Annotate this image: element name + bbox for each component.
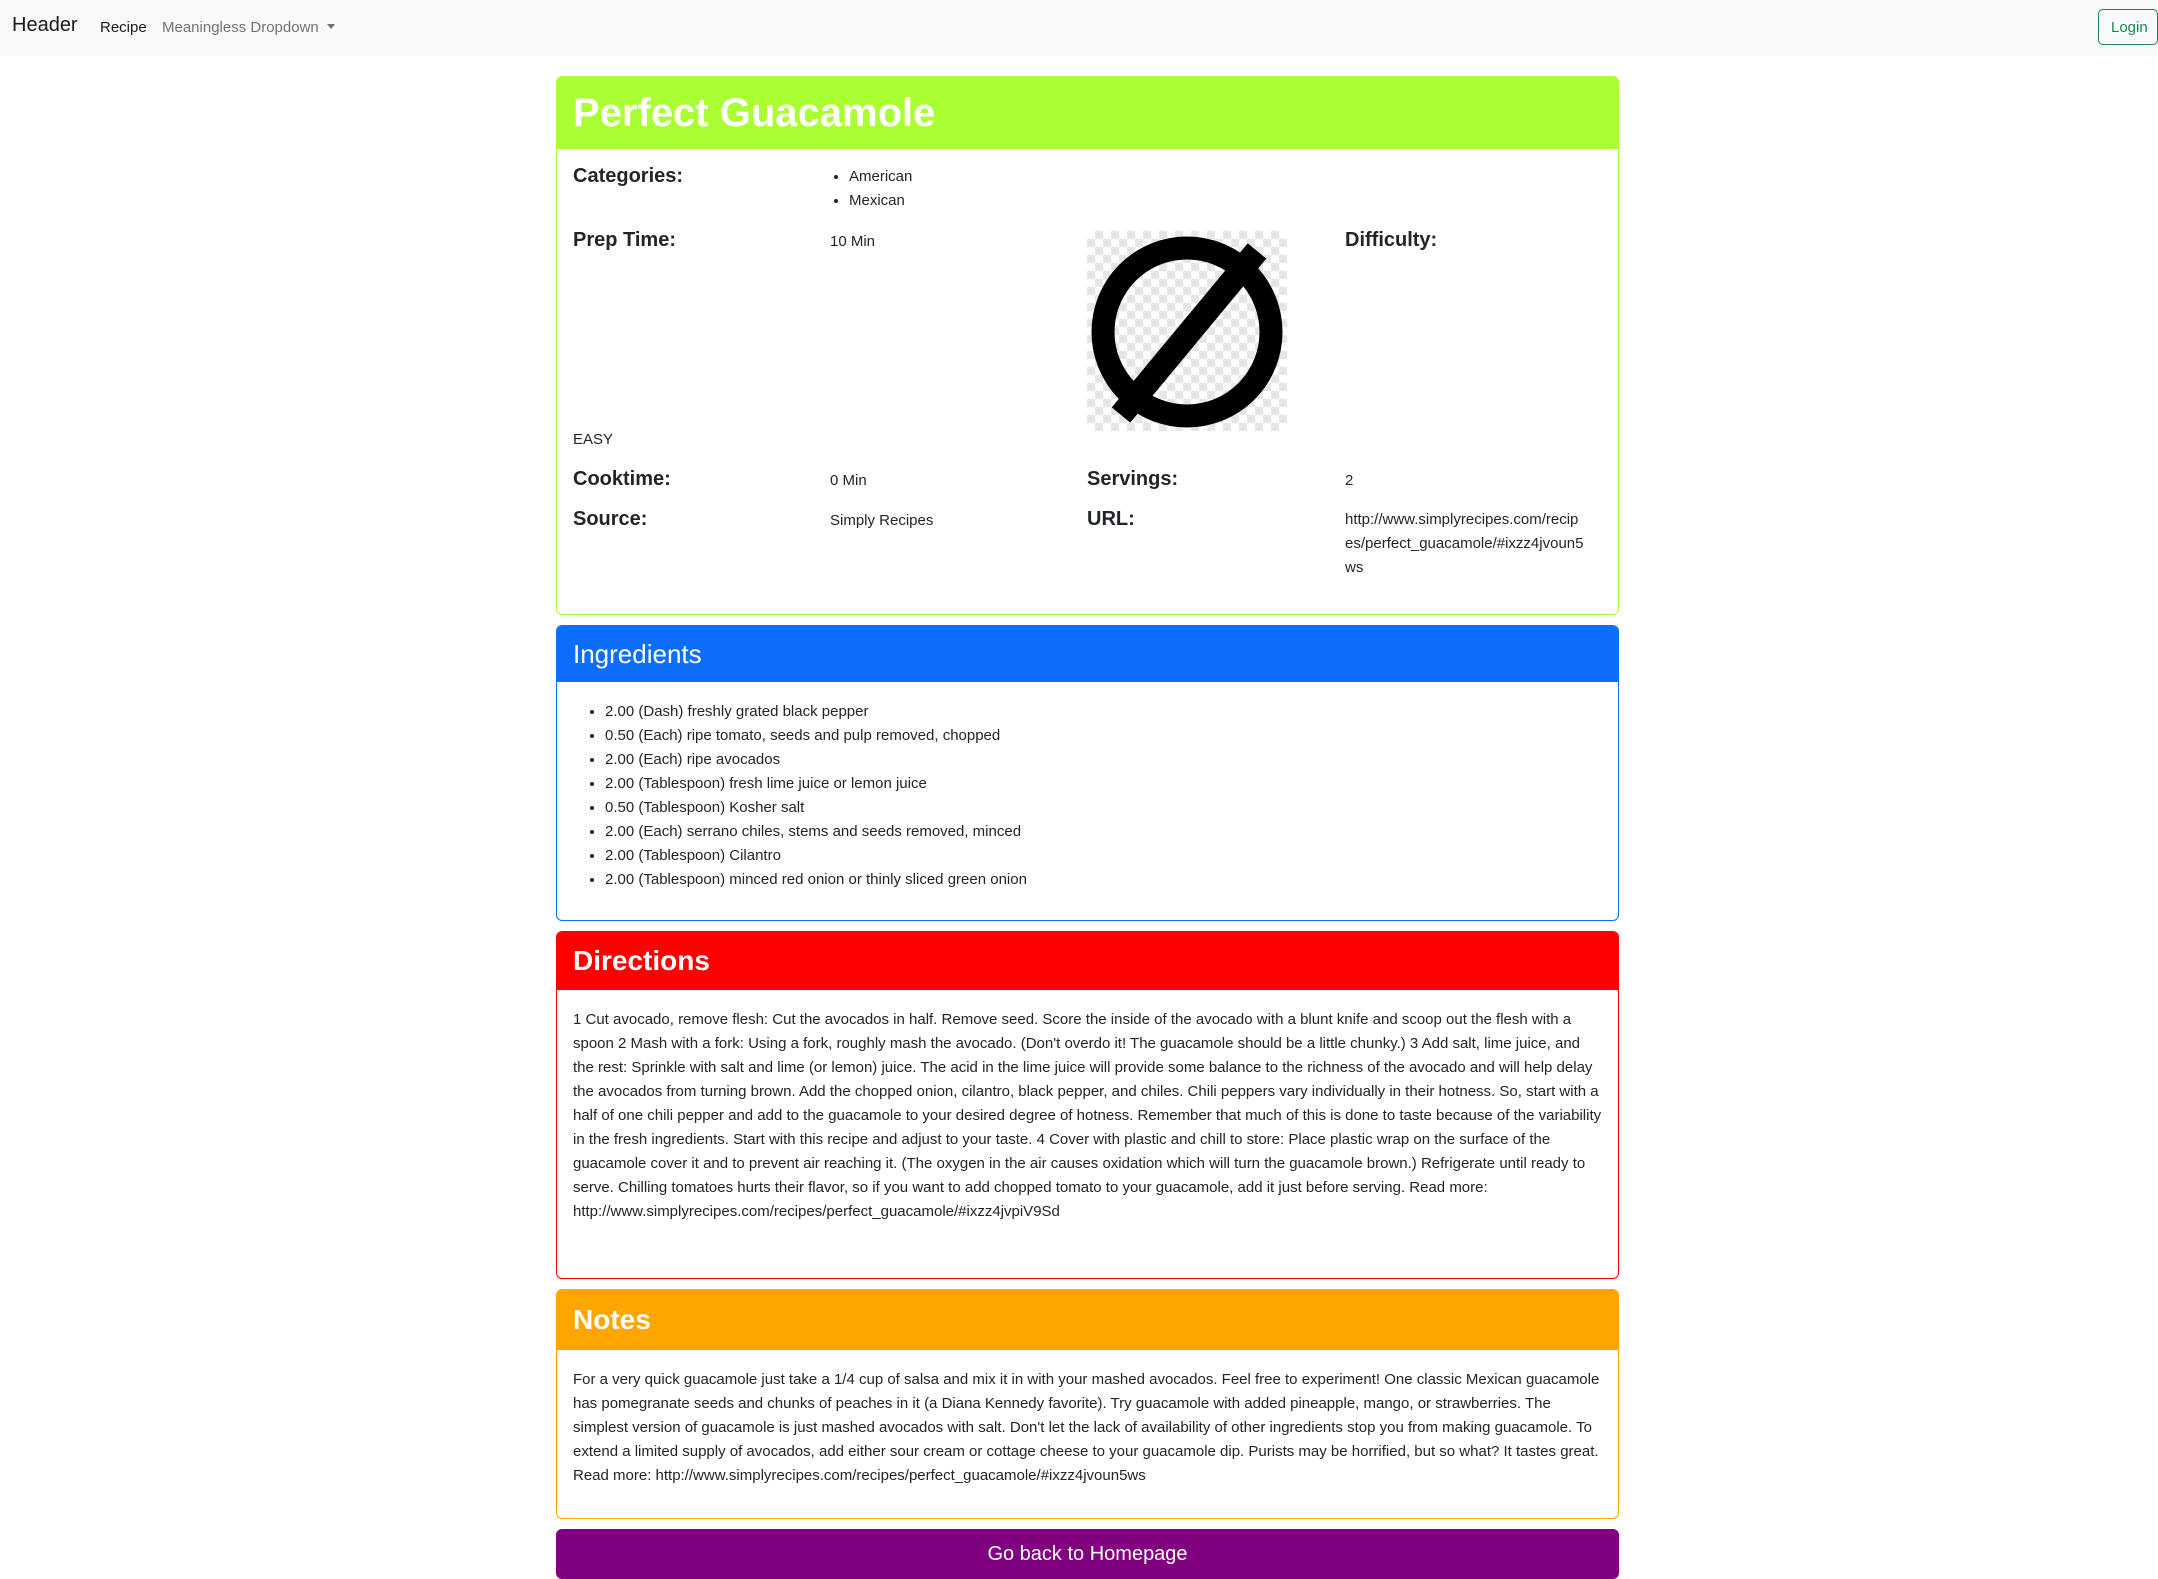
ingredients-title: Ingredients [573, 638, 702, 669]
directions-title: Directions [573, 945, 710, 976]
source-label: Source: [573, 508, 648, 530]
cooktime-value: 0 Min [830, 472, 867, 489]
cooktime-label: Cooktime: [573, 468, 671, 490]
categories-list: American Mexican [829, 165, 912, 213]
ingredient-item: 2.00 (Dash) freshly grated black pepper [605, 700, 1618, 724]
ingredients-list: 2.00 (Dash) freshly grated black pepper … [557, 682, 1618, 892]
ingredients-card-header: Ingredients [557, 626, 1618, 682]
directions-body: 1 Cut avocado, remove flesh: Cut the avo… [557, 990, 1618, 1224]
difficulty-label: Difficulty: [1345, 229, 1438, 251]
no-image-placeholder-icon [1091, 236, 1283, 428]
ingredient-item: 2.00 (Each) serrano chiles, stems and se… [605, 820, 1618, 844]
directions-card: Directions 1 Cut avocado, remove flesh: … [556, 931, 1619, 1279]
ingredient-item: 2.00 (Tablespoon) Cilantro [605, 844, 1618, 868]
notes-card-header: Notes [557, 1290, 1618, 1350]
nav-dropdown-label: Meaningless Dropdown [162, 19, 319, 36]
prep-time-value: 10 Min [830, 233, 876, 250]
caret-down-icon [326, 24, 335, 29]
go-back-homepage-button[interactable]: Go back to Homepage [556, 1529, 1619, 1579]
difficulty-value: EASY [573, 431, 614, 448]
url-value: http://www.simplyrecipes.com/recipes/per… [1345, 511, 1584, 576]
recipe-card-header: Perfect Guacamole [557, 77, 1618, 149]
nav-dropdown-toggle[interactable]: Meaningless Dropdown [162, 19, 335, 36]
categories-label: Categories: [573, 165, 684, 187]
notes-body: For a very quick guacamole just take a 1… [557, 1350, 1618, 1488]
ingredients-body: 2.00 (Dash) freshly grated black pepper … [557, 682, 1618, 892]
prep-time-label: Prep Time: [573, 229, 676, 251]
top-navbar: Header Recipe Meaningless Dropdown Login [0, 0, 2158, 56]
ingredient-item: 0.50 (Each) ripe tomato, seeds and pulp … [605, 724, 1618, 748]
category-item: American [849, 165, 912, 189]
ingredient-item: 0.50 (Tablespoon) Kosher salt [605, 796, 1618, 820]
recipe-card: Perfect Guacamole Categories: American M… [556, 76, 1619, 615]
url-label: URL: [1087, 508, 1135, 530]
nav-link-recipe[interactable]: Recipe [100, 19, 147, 36]
ingredient-item: 2.00 (Tablespoon) fresh lime juice or le… [605, 772, 1618, 796]
servings-value: 2 [1345, 472, 1354, 489]
recipe-details: Categories: American Mexican Prep Time: … [557, 149, 1618, 614]
navbar-brand[interactable]: Header [12, 14, 78, 37]
ingredients-card: Ingredients 2.00 (Dash) freshly grated b… [556, 625, 1619, 921]
directions-text: 1 Cut avocado, remove flesh: Cut the avo… [573, 1011, 1602, 1220]
ingredient-item: 2.00 (Each) ripe avocados [605, 748, 1618, 772]
notes-card: Notes For a very quick guacamole just ta… [556, 1289, 1619, 1519]
notes-text: For a very quick guacamole just take a 1… [573, 1371, 1600, 1484]
ingredient-item: 2.00 (Tablespoon) minced red onion or th… [605, 868, 1618, 892]
recipe-title: Perfect Guacamole [573, 90, 936, 135]
recipe-image [1087, 231, 1287, 431]
login-button[interactable]: Login [2098, 9, 2158, 45]
servings-label: Servings: [1087, 468, 1179, 490]
source-value: Simply Recipes [830, 512, 934, 529]
directions-card-header: Directions [557, 932, 1618, 990]
category-item: Mexican [849, 189, 912, 213]
notes-title: Notes [573, 1304, 651, 1335]
